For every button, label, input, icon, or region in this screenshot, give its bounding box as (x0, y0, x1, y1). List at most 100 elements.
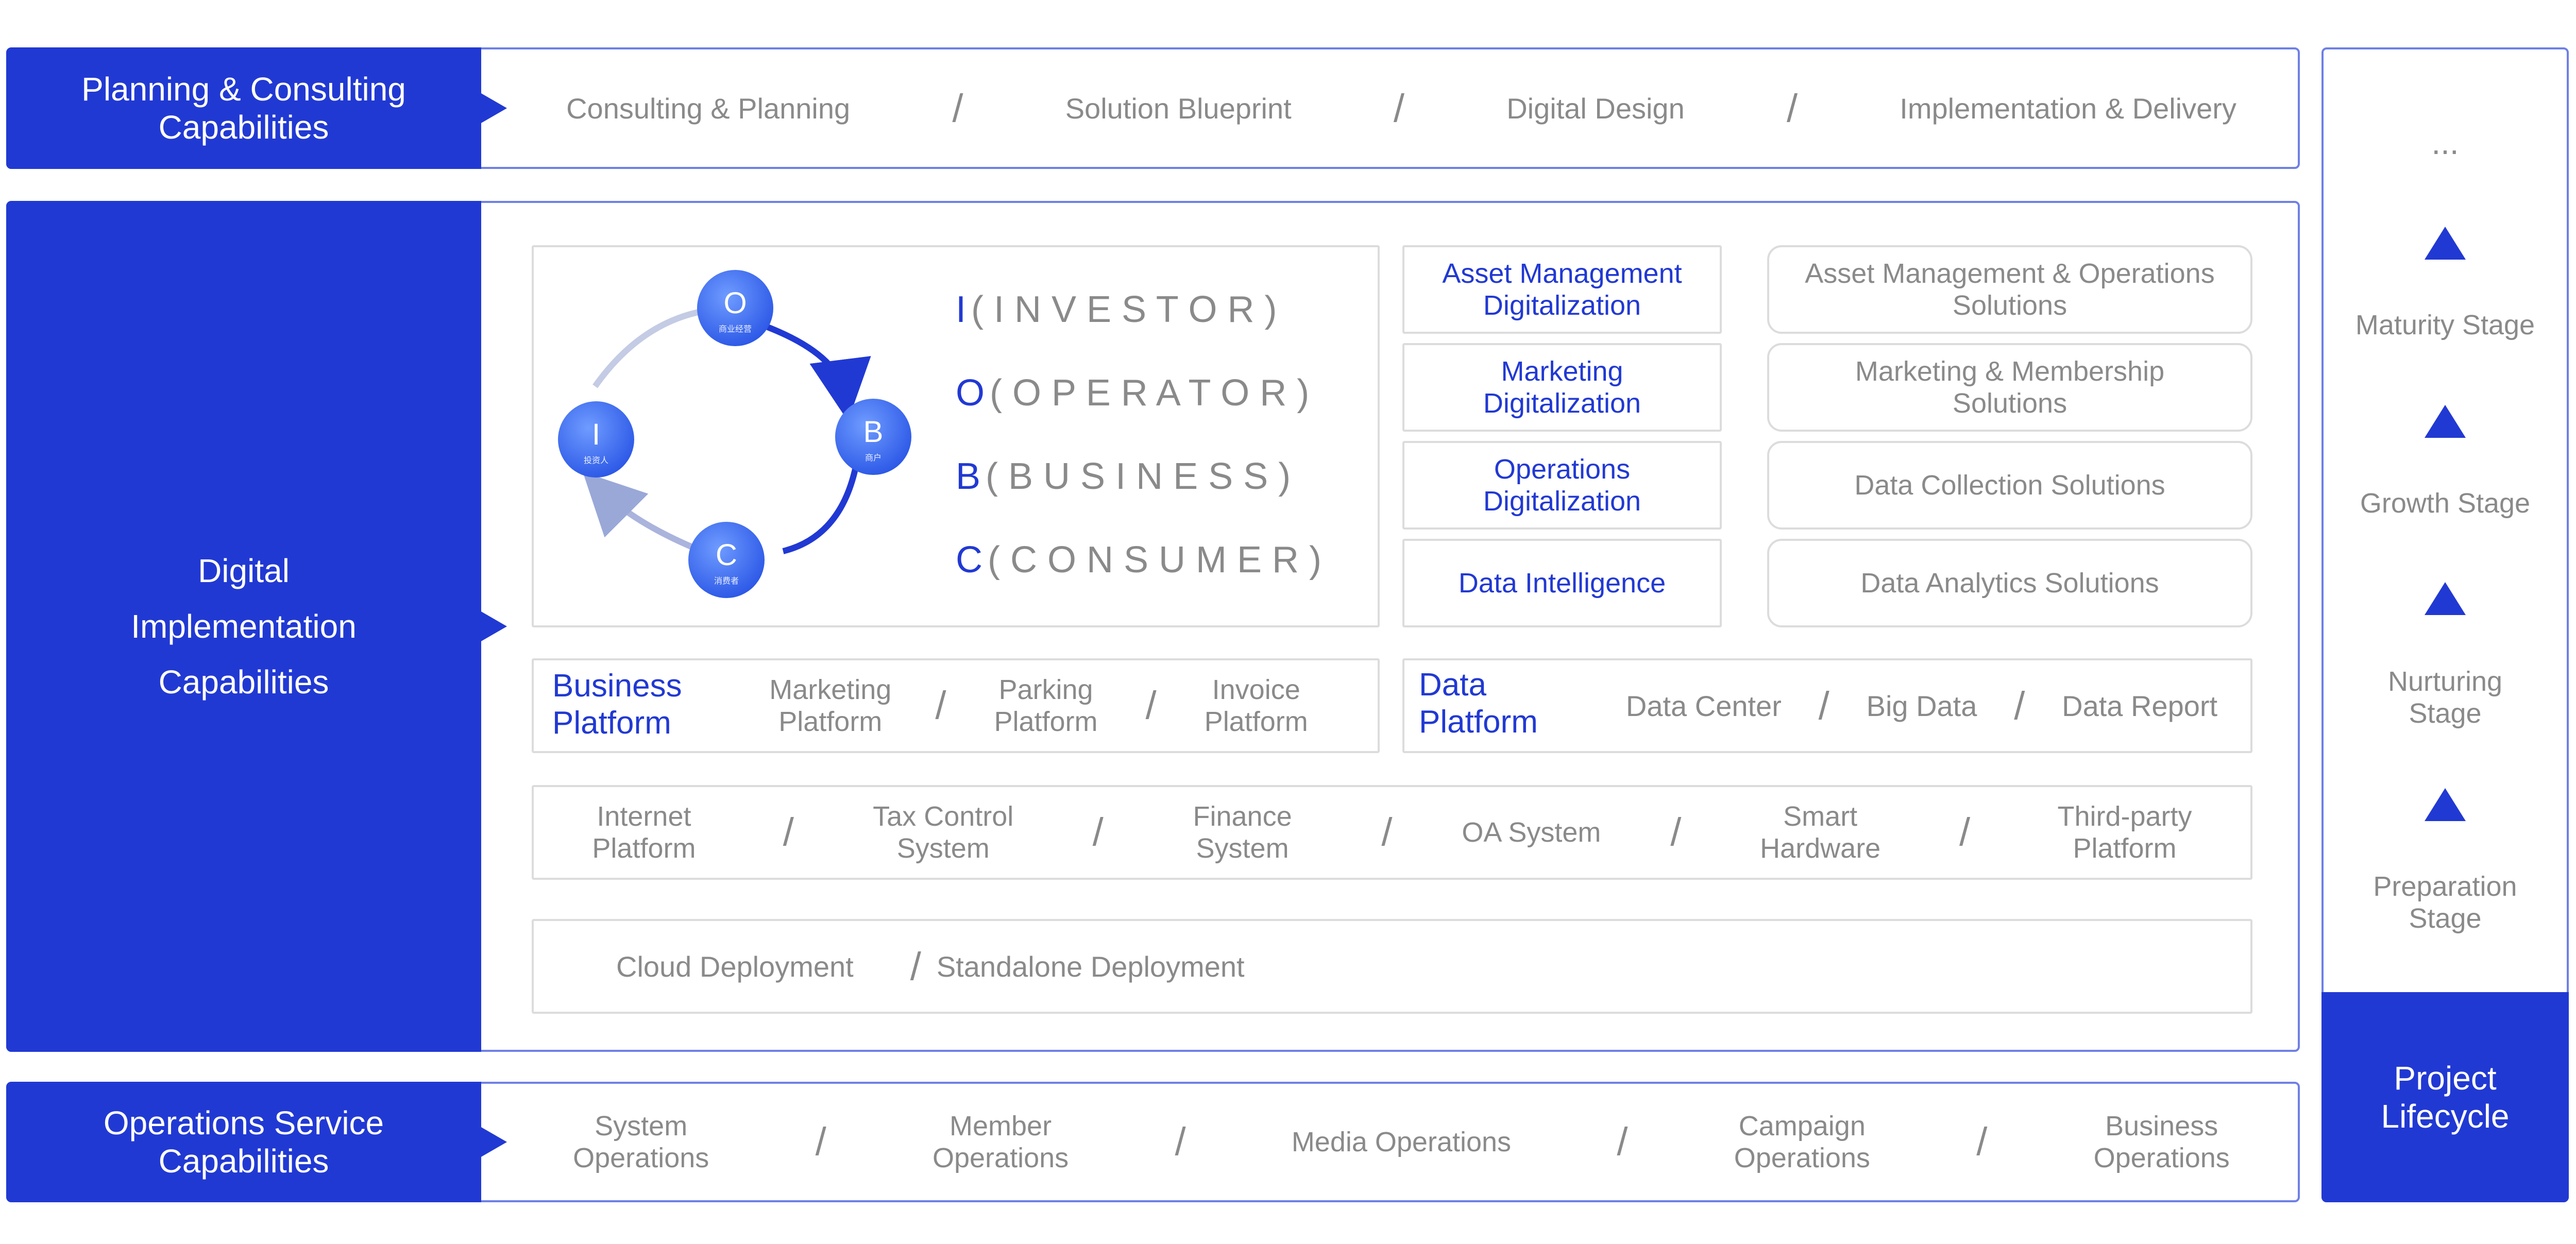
planning-arrow (480, 93, 507, 124)
integration-item: Third-party Platform (2057, 801, 2192, 864)
digitalization-label: Asset Management Digitalization (1442, 258, 1682, 321)
role-letter: I (956, 289, 967, 330)
node-sub: 商业经营 (719, 325, 752, 334)
solution-box: Asset Management & Operations Solutions (1767, 245, 2252, 334)
role-operator: O ( O P E R A T O R ) (956, 351, 1378, 435)
separator: / (1959, 810, 1971, 854)
digitalization-box: Operations Digitalization (1402, 441, 1722, 530)
node-letter: B (863, 415, 884, 449)
digitalization-box: Data Intelligence (1402, 539, 1722, 627)
operations-title: Operations Service Capabilities (103, 1104, 384, 1180)
separator: / (815, 1120, 826, 1164)
separator: / (783, 810, 794, 854)
business-platform-item: Parking Platform (994, 674, 1098, 737)
cycle-arc (782, 455, 861, 554)
cycle-node-c: C 消费者 (688, 522, 765, 598)
digital-arrow (480, 611, 507, 642)
integration-item: Tax Control System (873, 801, 1014, 864)
data-platform-item: Data Center (1625, 689, 1782, 722)
digitalization-box: Marketing Digitalization (1402, 343, 1722, 432)
role-text: ( O P E R A T O R ) (990, 372, 1310, 414)
solution-box: Data Collection Solutions (1767, 441, 2252, 530)
separator: / (910, 944, 921, 989)
digitalization-label: Data Intelligence (1458, 568, 1666, 599)
node-letter: C (716, 538, 737, 572)
stage-arrow-icon (2425, 227, 2466, 260)
roles-list: I ( I N V E S T O R ) O ( O P E R A T O … (956, 268, 1378, 608)
node-sub: 商户 (865, 453, 882, 463)
integration-item: Internet Platform (592, 801, 696, 864)
role-investor: I ( I N V E S T O R ) (956, 268, 1378, 351)
separator: / (1092, 810, 1104, 854)
solution-label: Data Analytics Solutions (1860, 568, 2159, 599)
integration-item: Smart Hardware (1760, 801, 1881, 864)
operations-label: Operations Service Capabilities (6, 1082, 481, 1202)
data-platform-item: Data Report (2062, 689, 2218, 722)
separator: / (2014, 684, 2025, 728)
operations-item: Member Operations (932, 1111, 1069, 1173)
digitalization-label: Marketing Digitalization (1483, 356, 1641, 419)
role-text: ( I N V E S T O R ) (971, 289, 1277, 330)
digital-title-line: Digital (198, 552, 290, 589)
stage-arrow-icon (2425, 582, 2466, 615)
planning-title: Planning & Consulting Capabilities (81, 71, 406, 146)
separator: / (1617, 1120, 1628, 1164)
digital-label: Digital Implementation Capabilities (6, 201, 481, 1052)
separator: / (1786, 86, 1798, 130)
role-consumer: C ( C O N S U M E R ) (956, 518, 1378, 602)
cycle-node-b: B 商户 (835, 399, 911, 475)
integration-item: Finance System (1193, 801, 1292, 864)
data-platform-item: Big Data (1866, 689, 1977, 722)
stage-arrow-icon (2425, 788, 2466, 821)
separator: / (1393, 86, 1404, 130)
separator: / (1818, 684, 1829, 728)
digital-title-line: Capabilities (158, 663, 329, 701)
solution-label: Data Collection Solutions (1854, 470, 2165, 501)
operations-items: System Operations / Member Operations / … (515, 1082, 2287, 1202)
data-platform-title: Data Platform (1419, 667, 1538, 740)
stage-arrow-icon (2425, 405, 2466, 438)
separator: / (935, 684, 946, 727)
solution-box: Marketing & Membership Solutions (1767, 343, 2252, 432)
role-business: B ( B U S I N E S S ) (956, 435, 1378, 518)
lifecycle-ellipsis: ... (2431, 124, 2459, 161)
digitalization-box: Asset Management Digitalization (1402, 245, 1722, 334)
separator: / (1976, 1120, 1988, 1164)
deployment-items: Cloud Deployment / Standalone Deployment (616, 919, 1245, 1014)
planning-item: Digital Design (1506, 92, 1685, 125)
separator: / (1145, 684, 1157, 727)
lifecycle-label: Project Lifecycle (2321, 992, 2569, 1202)
separator: / (952, 86, 963, 130)
lifecycle-stage: Growth Stage (2360, 488, 2531, 519)
deployment-item: Cloud Deployment (616, 950, 854, 983)
node-sub: 消费者 (714, 576, 739, 586)
role-letter: B (956, 456, 981, 497)
business-platform-item: Invoice Platform (1204, 674, 1308, 737)
digital-title-line: Implementation (131, 608, 357, 645)
node-letter: O (723, 286, 747, 320)
node-sub: 投资人 (584, 456, 608, 465)
role-letter: O (956, 372, 985, 414)
solution-box: Data Analytics Solutions (1767, 539, 2252, 627)
role-text: ( B U S I N E S S ) (986, 456, 1291, 497)
separator: / (1381, 810, 1393, 854)
cycle-arc (592, 309, 702, 388)
solution-label: Marketing & Membership Solutions (1855, 356, 2165, 419)
planning-label: Planning & Consulting Capabilities (6, 47, 481, 169)
separator: / (1670, 810, 1682, 854)
cycle-node-i: I 投资人 (558, 401, 634, 478)
role-text: ( C O N S U M E R ) (988, 539, 1321, 581)
deployment-item: Standalone Deployment (936, 950, 1245, 983)
digitalization-label: Operations Digitalization (1483, 454, 1641, 517)
lifecycle-stage: Maturity Stage (2355, 310, 2535, 340)
planning-item: Implementation & Delivery (1900, 92, 2236, 125)
planning-items: Consulting & Planning / Solution Bluepri… (515, 47, 2287, 169)
business-platform-items: Marketing Platform / Parking Platform / … (742, 658, 1340, 753)
operations-item: Campaign Operations (1734, 1111, 1870, 1173)
business-platform-item: Marketing Platform (769, 674, 892, 737)
solution-label: Asset Management & Operations Solutions (1805, 258, 2215, 321)
lifecycle-stage: Nurturing Stage (2387, 666, 2503, 729)
business-platform-title: Business Platform (552, 668, 682, 741)
operations-arrow (480, 1127, 507, 1157)
operations-item: Media Operations (1291, 1127, 1512, 1157)
